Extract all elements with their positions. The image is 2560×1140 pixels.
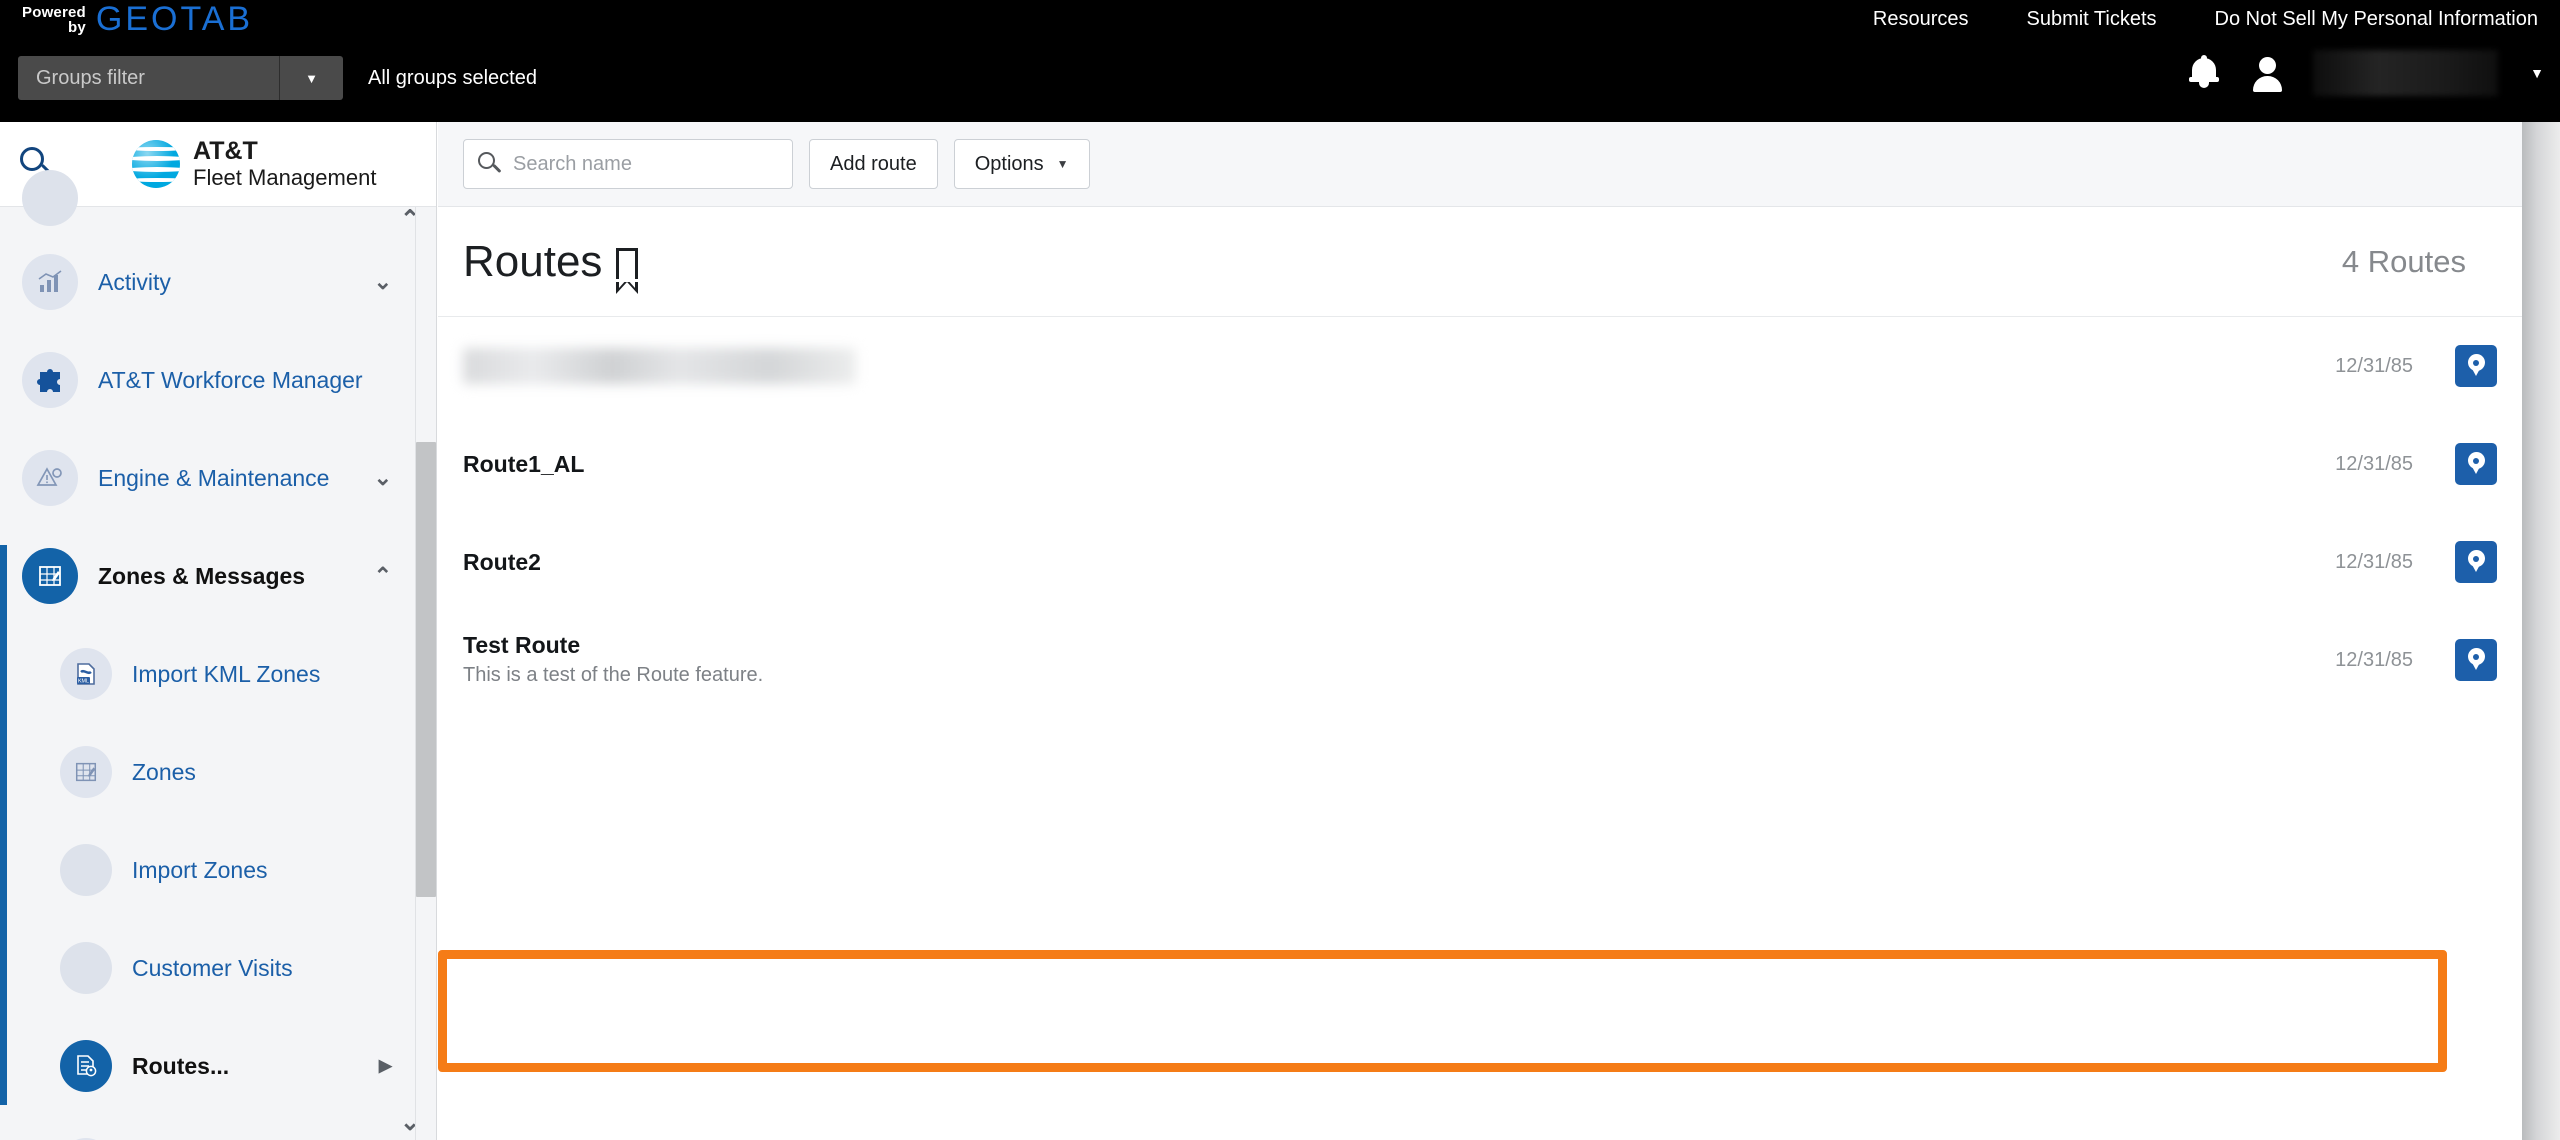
- sidebar-item-label: Import Zones: [132, 856, 268, 883]
- selection-highlight-box: [438, 950, 2447, 1072]
- table-row[interactable]: Route1_AL 12/31/85: [438, 415, 2522, 513]
- sidebar-scroll-area: ⌃ Activity ⌄ AT&T Workforce Manager Engi…: [0, 170, 436, 1140]
- svg-text:KML: KML: [78, 679, 89, 685]
- blank-icon: [60, 844, 112, 896]
- route-date: 12/31/85: [2335, 354, 2413, 377]
- search-input[interactable]: [513, 152, 783, 176]
- sidebar-item-label: Zones & Messages: [98, 562, 306, 589]
- sidebar-item-messages[interactable]: Messages: [0, 1125, 410, 1140]
- nav-link-submit-tickets[interactable]: Submit Tickets: [2026, 8, 2156, 31]
- blank-icon: [60, 942, 112, 994]
- engine-warning-icon: [22, 450, 78, 506]
- options-label: Options: [974, 152, 1044, 175]
- page-title-wrap: Routes: [463, 236, 639, 294]
- chevron-down-icon: ▼: [1056, 157, 1069, 171]
- sidebar-active-group-rail: [0, 545, 7, 1105]
- sidebar-item-label: Engine & Maintenance: [98, 464, 330, 491]
- page-title: Routes: [463, 236, 603, 286]
- route-name: Route2: [463, 548, 541, 575]
- routes-count-label: 4 Routes: [2341, 243, 2466, 279]
- routes-icon: [60, 1040, 112, 1092]
- map-pin-icon[interactable]: [2455, 541, 2497, 583]
- activity-chart-icon: [22, 254, 78, 310]
- sidebar-item-zones-messages[interactable]: Zones & Messages ⌃: [0, 537, 410, 615]
- search-icon: [478, 152, 502, 176]
- user-avatar-icon[interactable]: [2251, 55, 2283, 92]
- groups-filter-row: Groups filter ▼ All groups selected: [18, 56, 537, 100]
- puzzle-piece-icon: [22, 352, 78, 408]
- routes-list: 12/31/85 Route1_AL 12/31/85 Route2 12/31…: [438, 317, 2522, 1072]
- table-row[interactable]: Test Route This is a test of the Route f…: [438, 611, 2522, 709]
- nav-link-do-not-sell[interactable]: Do Not Sell My Personal Information: [2215, 8, 2538, 31]
- nav-link-resources[interactable]: Resources: [1873, 8, 1969, 31]
- geotab-wordmark: GEOTAB: [95, 0, 254, 38]
- sidebar-item-label: Zones: [132, 758, 196, 785]
- search-name-field[interactable]: [463, 139, 793, 189]
- map-pin-icon[interactable]: [2455, 345, 2497, 387]
- zones-icon: [60, 746, 112, 798]
- map-pin-icon[interactable]: [2455, 639, 2497, 681]
- powered-by-geotab-logo: Powered by GEOTAB: [22, 2, 253, 36]
- route-name: Route1_AL: [463, 450, 585, 477]
- sidebar-item-zones[interactable]: Zones: [0, 733, 410, 811]
- route-name: Test Route: [463, 632, 581, 658]
- zones-icon: [22, 548, 78, 604]
- top-right-user-area: ▼: [2187, 50, 2544, 96]
- bookmark-icon[interactable]: [616, 248, 639, 294]
- sidebar-item-import-kml-zones[interactable]: KML Import KML Zones: [0, 635, 410, 713]
- username-label: [2313, 50, 2499, 96]
- sidebar-item-label: AT&T Workforce Manager: [98, 366, 363, 393]
- sidebar-item-att-workforce-manager[interactable]: AT&T Workforce Manager: [0, 341, 410, 419]
- sidebar-item-import-zones[interactable]: Import Zones: [0, 831, 410, 909]
- powered-line-2: by: [68, 19, 86, 36]
- route-name: [463, 348, 856, 384]
- chevron-right-icon[interactable]: ▶: [379, 1056, 392, 1076]
- sidebar-item-label: Routes...: [132, 1052, 230, 1079]
- sidebar-item-routes[interactable]: Routes... ▶: [0, 1027, 410, 1105]
- add-route-label: Add route: [830, 152, 917, 175]
- app-shell: AT&T Fleet Management ⌃ Activity ⌄ AT&T …: [0, 122, 2522, 1140]
- left-sidebar: AT&T Fleet Management ⌃ Activity ⌄ AT&T …: [0, 122, 437, 1140]
- sidebar-item-label: Customer Visits: [132, 954, 293, 981]
- notifications-bell-icon[interactable]: [2187, 55, 2221, 91]
- add-route-button[interactable]: Add route: [809, 139, 938, 189]
- route-date: 12/31/85: [2335, 550, 2413, 573]
- options-button[interactable]: Options ▼: [953, 139, 1090, 189]
- sidebar-scrollbar-thumb[interactable]: [416, 442, 436, 897]
- route-date: 12/31/85: [2335, 648, 2413, 671]
- kml-file-icon: KML: [60, 648, 112, 700]
- sidebar-item-label: Import KML Zones: [132, 660, 321, 687]
- sidebar-item-partial-top[interactable]: [0, 159, 410, 237]
- groups-filter-control[interactable]: Groups filter ▼: [18, 56, 343, 100]
- top-nav-links: Resources Submit Tickets Do Not Sell My …: [1873, 8, 2538, 31]
- table-row[interactable]: 12/31/85: [438, 317, 2522, 415]
- route-date: 12/31/85: [2335, 452, 2413, 475]
- sidebar-item-engine-maintenance[interactable]: Engine & Maintenance ⌄: [0, 439, 410, 517]
- chevron-down-icon[interactable]: ▼: [279, 56, 343, 100]
- all-groups-selected-label: All groups selected: [368, 66, 537, 89]
- routes-toolbar: Add route Options ▼: [438, 122, 2522, 207]
- sidebar-item-label: Activity: [98, 268, 171, 295]
- partial-icon: [22, 170, 78, 226]
- powered-by-text: Powered by: [22, 2, 86, 35]
- chevron-down-icon[interactable]: ⌄: [374, 465, 392, 491]
- map-pin-icon[interactable]: [2455, 443, 2497, 485]
- groups-filter-input[interactable]: Groups filter: [18, 56, 279, 100]
- page-header: Routes 4 Routes: [438, 207, 2522, 317]
- sidebar-item-customer-visits[interactable]: Customer Visits: [0, 929, 410, 1007]
- sidebar-scrollbar-track[interactable]: [415, 207, 436, 1140]
- top-black-bar: Powered by GEOTAB Resources Submit Ticke…: [0, 0, 2560, 122]
- window-scrollbar[interactable]: [2522, 122, 2560, 1140]
- sidebar-item-activity[interactable]: Activity ⌄: [0, 243, 410, 321]
- chevron-down-icon[interactable]: ⌄: [374, 269, 392, 295]
- route-description: This is a test of the Route feature.: [463, 664, 764, 686]
- table-row[interactable]: Route2 12/31/85: [438, 513, 2522, 611]
- main-content-pane: Add route Options ▼ Routes 4 Routes 12/3…: [438, 122, 2522, 1140]
- user-menu-chevron-down-icon[interactable]: ▼: [2530, 65, 2544, 81]
- chevron-up-icon[interactable]: ⌃: [374, 563, 392, 589]
- powered-line-1: Powered: [22, 4, 86, 21]
